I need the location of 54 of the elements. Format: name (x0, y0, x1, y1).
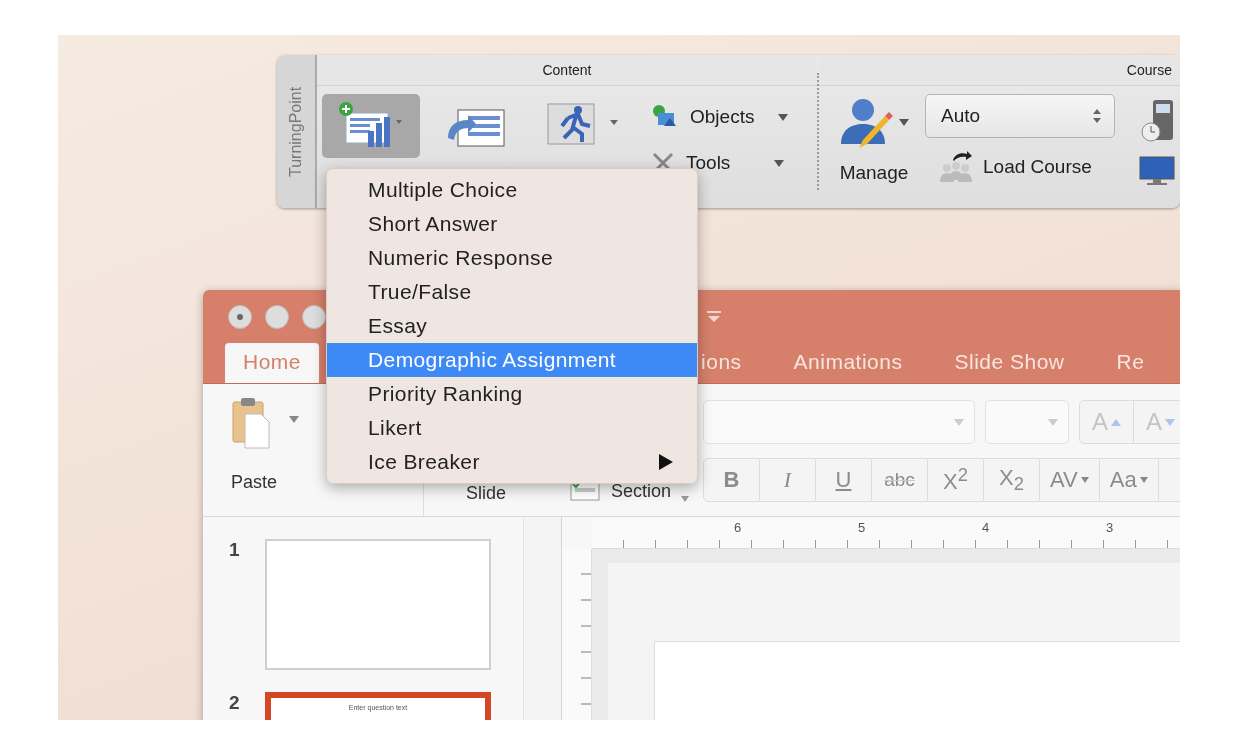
ribbon-tab[interactable]: Animations (793, 343, 903, 383)
caret-icon[interactable] (681, 496, 690, 502)
monitor-icon[interactable] (1139, 156, 1175, 186)
group-label: Content (542, 62, 592, 78)
ruler-number: 3 (1106, 520, 1115, 535)
tools-menu[interactable]: Tools (686, 152, 762, 174)
caret-icon (1048, 418, 1058, 426)
caret-icon[interactable] (774, 159, 784, 167)
ribbon-tab[interactable]: Slide Show (954, 343, 1065, 383)
paste-label: Paste (231, 472, 279, 493)
submenu-arrow-icon (659, 454, 673, 470)
menu-item[interactable]: Priority Ranking (327, 377, 697, 411)
load-course-button[interactable]: Load Course (983, 156, 1092, 178)
menu-item[interactable]: Numeric Response (327, 241, 697, 275)
menu-item[interactable]: Likert (327, 411, 697, 445)
menu-item[interactable]: True/False (327, 275, 697, 309)
stepper-icon (1092, 108, 1102, 124)
up-triangle-icon (1111, 418, 1121, 426)
caret-icon (1139, 477, 1148, 483)
down-triangle-icon (1165, 418, 1175, 426)
close-button[interactable] (228, 304, 252, 329)
caret-icon[interactable] (289, 416, 299, 423)
session-select[interactable]: Auto (925, 94, 1115, 138)
zoom-button[interactable] (302, 304, 326, 329)
toolbar-side-tab[interactable]: TurningPoint (277, 55, 317, 208)
new-slide-label: Slide (466, 483, 508, 504)
menu-item[interactable]: Ice Breaker (327, 445, 697, 479)
caret-icon (1080, 477, 1089, 483)
group-people-icon (937, 150, 975, 184)
menu-item[interactable]: Demographic Assignment (327, 343, 697, 377)
ruler-number: 5 (858, 520, 867, 535)
slide-thumbnail[interactable] (265, 539, 491, 670)
caret-icon[interactable] (778, 113, 788, 121)
slide-number: 1 (229, 539, 241, 561)
ribbon-tab[interactable]: Home (225, 343, 320, 383)
ruler-number: 6 (734, 520, 743, 535)
caret-icon (954, 418, 964, 426)
phone-clock-icon[interactable] (1139, 98, 1175, 142)
section-menu[interactable]: Section (611, 481, 672, 502)
menu-item[interactable]: Short Answer (327, 207, 697, 241)
ribbon-tab[interactable]: Re (1116, 343, 1145, 383)
objects-menu[interactable]: Objects (690, 106, 766, 128)
menu-item[interactable]: Multiple Choice (327, 173, 697, 207)
font-size-field[interactable] (985, 400, 1069, 444)
ruler-number: 4 (982, 520, 991, 535)
ribbon-tab[interactable]: ions (701, 343, 742, 383)
slide-number: 2 (229, 692, 241, 714)
customize-caret-icon[interactable] (706, 309, 722, 324)
minimize-button[interactable] (265, 304, 289, 329)
new-question-button[interactable] (322, 94, 420, 158)
caret-icon[interactable] (899, 118, 909, 126)
font-name-field[interactable] (703, 400, 975, 444)
group-label: Course (1126, 62, 1172, 78)
manage-label: Manage (839, 162, 909, 184)
